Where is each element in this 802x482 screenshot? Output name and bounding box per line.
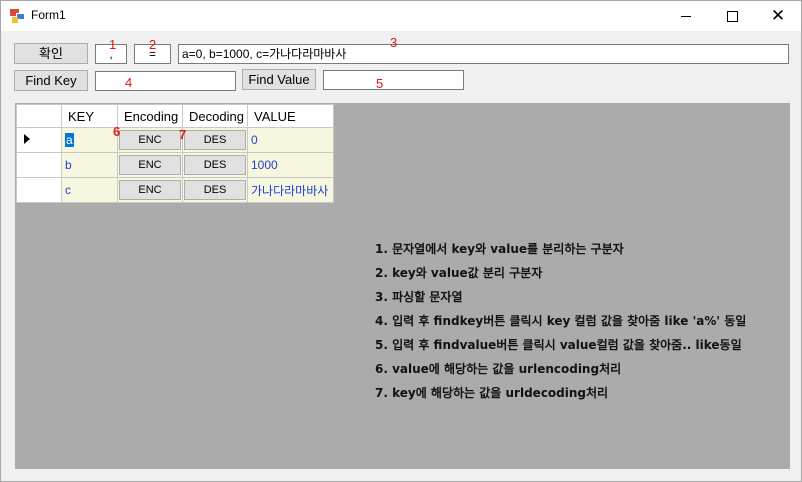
note-item: 4. 입력 후 findkey버튼 클릭시 key 컬럼 값을 찾아줌 like… bbox=[375, 314, 747, 328]
table-row[interactable]: b ENC DES 1000 bbox=[16, 152, 334, 178]
decoding-cell: DES bbox=[182, 152, 248, 178]
note-item: 1. 문자열에서 key와 value를 분리하는 구분자 bbox=[375, 242, 624, 256]
enc-button[interactable]: ENC bbox=[119, 155, 181, 175]
current-row-arrow-icon bbox=[24, 134, 30, 144]
note-item: 7. key에 해당하는 값을 urldecoding처리 bbox=[375, 386, 609, 400]
data-grid: KEY Encoding Decoding VALUE a ENC DES 0 … bbox=[16, 104, 334, 203]
close-button[interactable]: ✕ bbox=[755, 1, 801, 31]
key-cell[interactable]: a bbox=[61, 127, 118, 153]
encoding-cell: ENC bbox=[117, 152, 183, 178]
annotation-3: 3 bbox=[390, 35, 398, 50]
column-header-encoding[interactable]: Encoding bbox=[117, 104, 183, 128]
maximize-button[interactable] bbox=[709, 1, 755, 31]
row-header[interactable] bbox=[16, 152, 62, 178]
des-button[interactable]: DES bbox=[184, 155, 246, 175]
des-button[interactable]: DES bbox=[184, 180, 246, 200]
key-cell[interactable]: b bbox=[61, 152, 118, 178]
row-header-corner bbox=[16, 104, 62, 128]
row-header[interactable] bbox=[16, 177, 62, 203]
annotation-5: 5 bbox=[376, 76, 384, 91]
encoding-cell: ENC bbox=[117, 127, 183, 153]
data-grid-panel: KEY Encoding Decoding VALUE a ENC DES 0 … bbox=[15, 103, 790, 469]
note-item: 5. 입력 후 findvalue버튼 클릭시 value컬럼 값을 찾아줌..… bbox=[375, 338, 742, 352]
table-row[interactable]: a ENC DES 0 bbox=[16, 127, 334, 153]
note-item: 6. value에 해당하는 값을 urlencoding처리 bbox=[375, 362, 622, 376]
form-window: Form1 ✕ 확인 , = a=0, b=1000, c=가나다라마바사 Fi… bbox=[0, 0, 802, 482]
app-icon bbox=[10, 9, 25, 23]
value-cell[interactable]: 1000 bbox=[247, 152, 334, 178]
title-bar[interactable]: Form1 ✕ bbox=[1, 1, 801, 31]
encoding-cell: ENC bbox=[117, 177, 183, 203]
column-header-value[interactable]: VALUE bbox=[247, 104, 334, 128]
close-icon: ✕ bbox=[770, 6, 786, 26]
note-item: 2. key와 value값 분리 구분자 bbox=[375, 266, 543, 280]
key-cell[interactable]: c bbox=[61, 177, 118, 203]
find-key-button[interactable]: Find Key bbox=[14, 70, 88, 91]
column-header-decoding[interactable]: Decoding bbox=[182, 104, 248, 128]
find-key-input[interactable] bbox=[95, 71, 236, 91]
enc-button[interactable]: ENC bbox=[119, 180, 181, 200]
annotation-1: 1 bbox=[109, 37, 117, 52]
annotation-4: 4 bbox=[125, 75, 133, 90]
table-row[interactable]: c ENC DES 가나다라마바사 bbox=[16, 177, 334, 203]
decoding-cell: DES bbox=[182, 177, 248, 203]
annotation-7: 7 bbox=[179, 127, 187, 142]
decoding-cell: DES bbox=[182, 127, 248, 153]
des-button[interactable]: DES bbox=[184, 130, 246, 150]
note-item: 3. 파싱할 문자열 bbox=[375, 290, 463, 304]
column-header-key[interactable]: KEY bbox=[61, 104, 118, 128]
parse-string-input[interactable]: a=0, b=1000, c=가나다라마바사 bbox=[178, 44, 789, 64]
find-value-button[interactable]: Find Value bbox=[242, 69, 316, 90]
value-cell[interactable]: 가나다라마바사 bbox=[247, 177, 334, 203]
find-value-input[interactable] bbox=[323, 70, 464, 90]
minimize-button[interactable] bbox=[663, 1, 709, 31]
confirm-button[interactable]: 확인 bbox=[14, 43, 88, 64]
key-cell-text: a bbox=[65, 133, 74, 147]
value-cell[interactable]: 0 bbox=[247, 127, 334, 153]
annotation-6: 6 bbox=[113, 124, 121, 139]
annotation-2: 2 bbox=[149, 37, 157, 52]
enc-button[interactable]: ENC bbox=[119, 130, 181, 150]
maximize-icon bbox=[727, 11, 738, 22]
minimize-icon bbox=[681, 16, 691, 17]
row-header[interactable] bbox=[16, 127, 62, 153]
window-title: Form1 bbox=[31, 8, 66, 22]
notes-list: 1. 문자열에서 key와 value를 분리하는 구분자 2. key와 va… bbox=[375, 237, 746, 405]
